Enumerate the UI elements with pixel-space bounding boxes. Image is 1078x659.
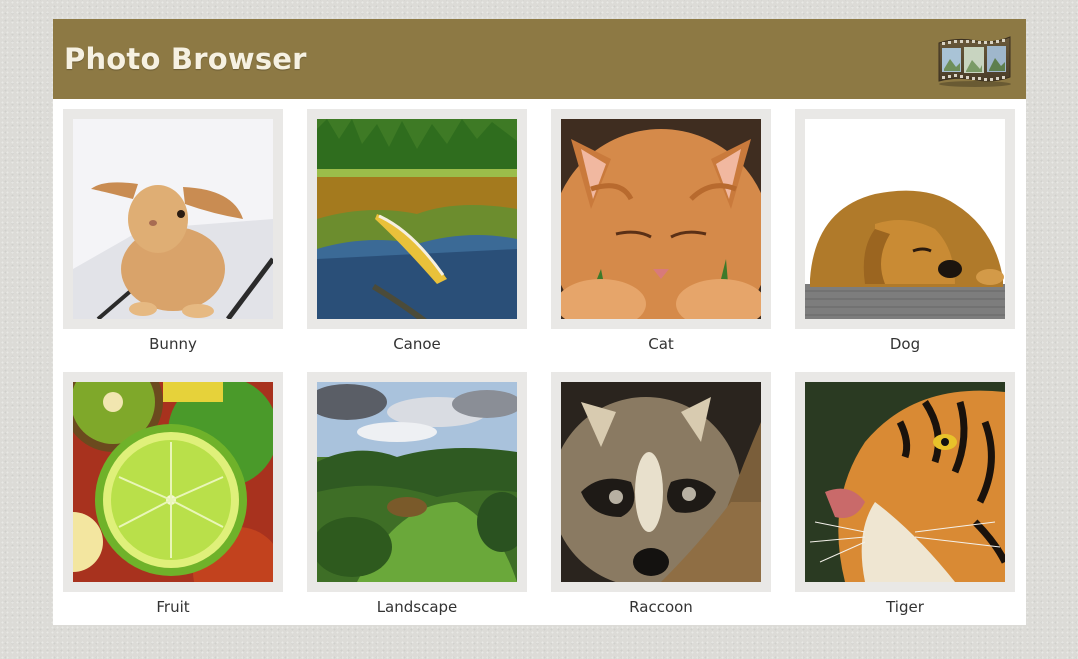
landscape-photo[interactable] [317,382,517,582]
header-bar: Photo Browser [53,19,1026,99]
raccoon-photo[interactable] [561,382,761,582]
fruit-photo[interactable] [73,382,273,582]
photo-frame[interactable] [63,109,283,329]
photo-card-bunny[interactable]: Bunny [63,109,283,364]
photo-frame[interactable] [307,109,527,329]
photo-frame[interactable] [307,372,527,592]
photo-browser-window: Photo Browser Bunny Canoe Cat Dog Fruit … [53,19,1026,625]
photo-card-dog[interactable]: Dog [795,109,1015,364]
photo-caption: Landscape [376,598,458,616]
tiger-photo[interactable] [805,382,1005,582]
photo-caption: Canoe [393,335,441,353]
photo-card-landscape[interactable]: Landscape [307,372,527,627]
dog-photo[interactable] [805,119,1005,319]
photo-frame[interactable] [551,372,771,592]
photo-card-canoe[interactable]: Canoe [307,109,527,364]
photo-caption: Tiger [886,598,924,616]
photo-card-raccoon[interactable]: Raccoon [551,372,771,627]
photo-caption: Fruit [156,598,190,616]
photo-caption: Cat [648,335,674,353]
photo-card-fruit[interactable]: Fruit [63,372,283,627]
photo-caption: Dog [889,335,921,353]
photo-frame[interactable] [63,372,283,592]
photo-caption: Bunny [149,335,197,353]
page-title: Photo Browser [64,42,307,76]
photo-card-tiger[interactable]: Tiger [795,372,1015,627]
photo-card-cat[interactable]: Cat [551,109,771,364]
photo-frame[interactable] [795,372,1015,592]
film-strip-icon [938,36,1011,87]
cat-photo[interactable] [561,119,761,319]
photo-frame[interactable] [551,109,771,329]
photo-caption: Raccoon [629,598,693,616]
bunny-photo[interactable] [73,119,273,319]
canoe-photo[interactable] [317,119,517,319]
photo-frame[interactable] [795,109,1015,329]
